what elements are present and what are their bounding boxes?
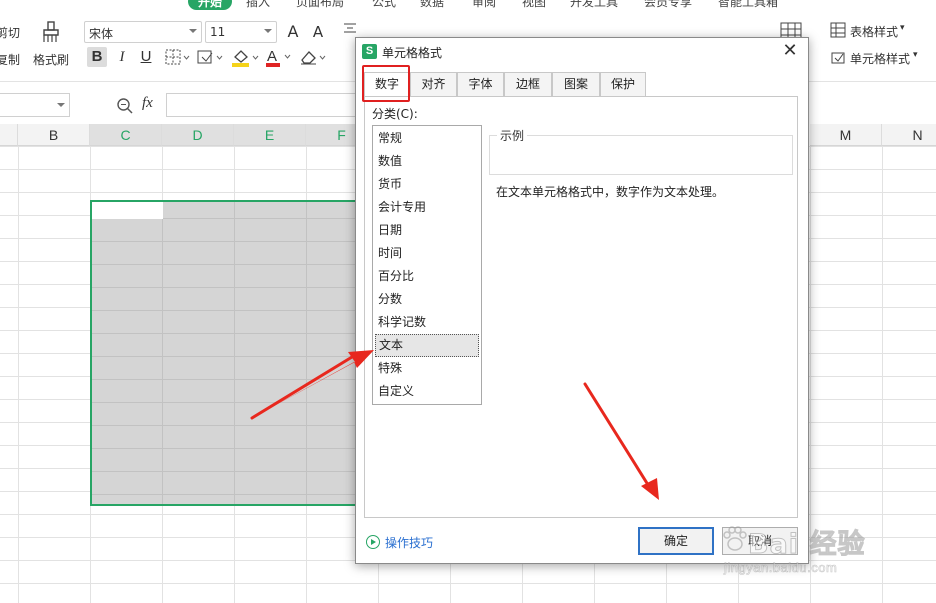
formula-input[interactable]: [166, 93, 366, 117]
column-header-d[interactable]: D: [162, 124, 234, 146]
cut-button[interactable]: 剪切: [0, 24, 20, 41]
tab-protection[interactable]: 保护: [600, 72, 646, 96]
copy-button[interactable]: 复制: [0, 51, 20, 68]
menu-item-member[interactable]: 会员专享: [644, 0, 692, 10]
name-box[interactable]: [0, 93, 70, 117]
borders-icon[interactable]: [164, 48, 190, 66]
column-header-c[interactable]: C: [90, 124, 162, 146]
category-item-number[interactable]: 数值: [375, 150, 479, 173]
underline-button[interactable]: U: [136, 47, 156, 67]
cell-style-fill-icon[interactable]: [196, 48, 224, 66]
menu-item-view[interactable]: 视图: [522, 0, 546, 10]
dialog-title: 单元格格式: [382, 46, 443, 60]
tab-alignment[interactable]: 对齐: [410, 72, 457, 96]
font-size-select[interactable]: 11: [205, 21, 277, 43]
active-cell[interactable]: [92, 202, 163, 219]
menu-item-smart-toolbox[interactable]: 智能工具箱: [718, 0, 778, 10]
menu-item-formulas[interactable]: 公式: [372, 0, 396, 10]
ok-button[interactable]: 确定: [638, 527, 714, 555]
cancel-button[interactable]: 取消: [722, 527, 798, 555]
category-label: 分类(C):: [372, 107, 418, 121]
menu-item-review[interactable]: 审阅: [472, 0, 496, 10]
category-item-special[interactable]: 特殊: [375, 357, 479, 380]
category-item-percentage[interactable]: 百分比: [375, 265, 479, 288]
category-item-time[interactable]: 时间: [375, 242, 479, 265]
format-painter-label: 格式刷: [33, 53, 70, 67]
selected-range[interactable]: [90, 200, 365, 506]
font-color-icon[interactable]: A: [264, 47, 294, 68]
category-item-custom[interactable]: 自定义: [375, 380, 479, 403]
category-item-currency[interactable]: 货币: [375, 173, 479, 196]
format-painter-icon[interactable]: [40, 20, 62, 44]
menu-bar: 开始 插入 页面布局 公式 数据 审阅 视图 开发工具 会员专享 智能工具箱: [0, 0, 936, 10]
fill-color-icon[interactable]: [230, 48, 260, 68]
tab-border[interactable]: 边框: [504, 72, 552, 96]
tips-label: 操作技巧: [385, 536, 434, 550]
category-list[interactable]: 常规 数值 货币 会计专用 日期 时间 百分比 分数 科学记数 文本 特殊 自定…: [372, 125, 482, 405]
close-icon[interactable]: ✕: [780, 41, 800, 61]
align-top-icon[interactable]: [342, 22, 358, 38]
table-style-button[interactable]: 表格样式: [850, 23, 898, 40]
zoom-icon[interactable]: [116, 97, 134, 115]
dialog-titlebar[interactable]: S 单元格格式 ✕: [356, 38, 808, 66]
format-cells-dialog: S 单元格格式 ✕ 数字 对齐 字体 边框 图案 保护 分类(C): 常规 数值…: [355, 37, 809, 564]
sample-box: [489, 135, 793, 175]
menu-item-developer[interactable]: 开发工具: [570, 0, 618, 10]
column-header-m[interactable]: M: [810, 124, 882, 146]
clear-icon[interactable]: [298, 48, 328, 66]
column-header-n[interactable]: N: [882, 124, 936, 146]
category-item-scientific[interactable]: 科学记数: [375, 311, 479, 334]
category-item-text[interactable]: 文本: [375, 334, 479, 357]
menu-item-page-layout[interactable]: 页面布局: [296, 0, 344, 10]
italic-button[interactable]: I: [112, 47, 132, 67]
tab-pattern[interactable]: 图案: [552, 72, 600, 96]
number-tab-panel: 分类(C): 常规 数值 货币 会计专用 日期 时间 百分比 分数 科学记数 文…: [364, 96, 798, 518]
column-header-partial[interactable]: [0, 124, 18, 146]
menu-item-data[interactable]: 数据: [420, 0, 444, 10]
sample-label: 示例: [497, 127, 528, 144]
app-logo-icon: S: [362, 44, 377, 59]
play-circle-icon: [366, 535, 380, 549]
menu-item-insert[interactable]: 插入: [246, 0, 270, 10]
decrease-font-button[interactable]: A: [308, 22, 328, 42]
increase-font-button[interactable]: A: [283, 22, 303, 42]
column-header-b[interactable]: B: [18, 124, 90, 146]
category-item-date[interactable]: 日期: [375, 219, 479, 242]
category-item-fraction[interactable]: 分数: [375, 288, 479, 311]
tab-font[interactable]: 字体: [457, 72, 504, 96]
menu-item-home[interactable]: 开始: [188, 0, 233, 10]
fx-button[interactable]: fx: [142, 95, 153, 112]
tab-highlight-box: [362, 65, 410, 102]
category-item-accounting[interactable]: 会计专用: [375, 196, 479, 219]
cell-style-icon[interactable]: [830, 50, 846, 66]
category-item-general[interactable]: 常规: [375, 127, 479, 150]
column-header-e[interactable]: E: [234, 124, 306, 146]
cell-style-button[interactable]: 单元格样式: [850, 50, 910, 67]
format-description: 在文本单元格格式中，数字作为文本处理。: [496, 185, 725, 199]
bold-button[interactable]: B: [87, 47, 107, 67]
font-name-select[interactable]: 宋体: [84, 21, 202, 43]
table-style-icon[interactable]: [830, 22, 846, 38]
svg-text:A: A: [267, 48, 277, 65]
